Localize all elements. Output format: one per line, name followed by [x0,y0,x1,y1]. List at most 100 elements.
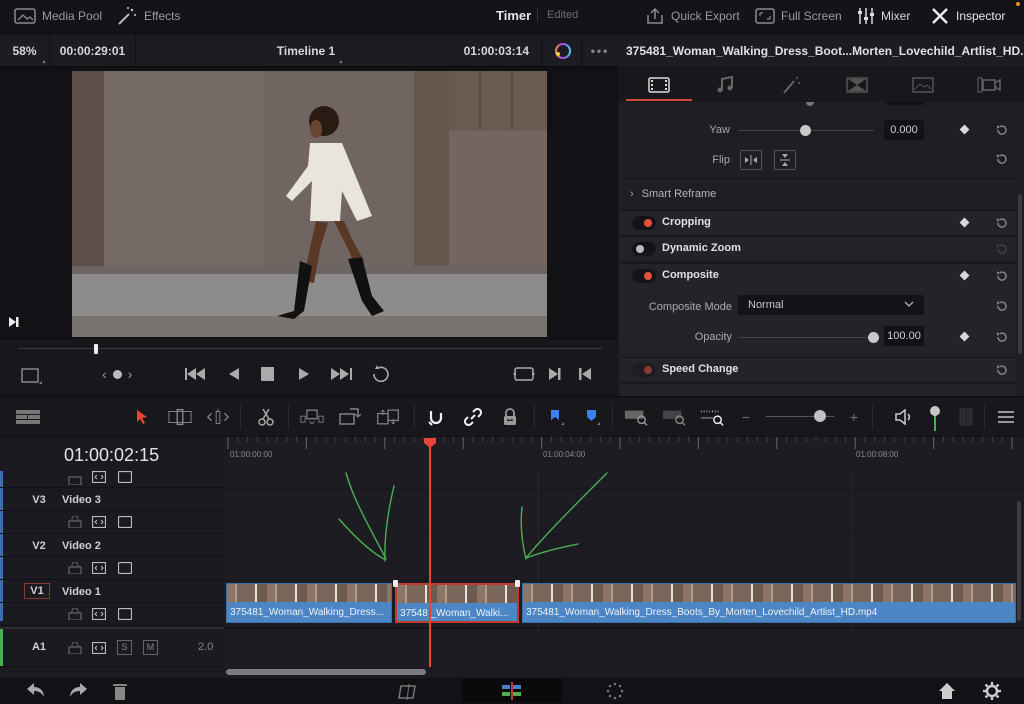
mark-in-button[interactable] [548,367,562,384]
zoom-slider-knob[interactable] [813,410,826,422]
cut-page-button[interactable] [398,682,420,703]
loop-button[interactable] [370,364,392,387]
opacity-value-field[interactable]: 100.00 [884,326,924,346]
flip-vertical-button[interactable] [774,150,796,170]
timeline-menu-button[interactable] [994,405,1018,429]
timeline-clip[interactable]: 375481_Woman_Walking_Dress_Boots_By_Mort… [522,583,1016,623]
timeline-area[interactable]: 375481_Woman_Walking_Dress... 37548 _Wom… [224,471,1024,667]
timeline-clip[interactable]: 375481_Woman_Walking_Dress... [226,583,392,623]
timeline-select[interactable]: Timeline 1 [136,35,346,67]
tab-image[interactable] [890,68,956,102]
play-reverse-button[interactable] [228,367,240,384]
transform-button[interactable] [20,366,44,389]
composite-toggle[interactable] [632,269,656,283]
speed-change-toggle[interactable] [632,363,656,377]
zoom-detail-button[interactable] [662,405,686,429]
prev-keyframe-icon[interactable]: ‹ [102,366,107,382]
delete-button[interactable] [113,682,127,703]
marker-button[interactable] [580,405,604,429]
yaw-slider-knob[interactable] [800,125,811,136]
mixer-button[interactable]: Mixer [857,0,910,32]
audio-meters-button[interactable] [954,405,978,429]
composite-mode-dropdown[interactable]: Normal [738,295,924,315]
scrub-bar[interactable] [18,348,602,349]
track-v2[interactable]: V2 Video 2 [0,534,224,557]
play-button[interactable] [298,367,310,384]
home-button[interactable] [938,682,956,703]
lock-icon[interactable] [68,473,82,485]
cropping-keyframe-icon[interactable] [959,217,970,228]
fairlight-page-button[interactable] [606,682,624,703]
cropping-reset-icon[interactable] [995,216,1009,230]
cropping-section[interactable]: Cropping [620,210,1016,234]
smart-reframe-section[interactable]: › Smart Reframe [630,188,716,200]
overwrite-clip-button[interactable] [338,405,362,429]
dynamic-zoom-reset-icon[interactable] [995,242,1009,256]
yaw-reset-icon[interactable] [995,123,1009,137]
undo-button[interactable] [26,682,46,701]
position-lock-button[interactable] [498,405,522,429]
redo-button[interactable] [68,682,88,701]
timeline-vertical-scrollbar[interactable] [1017,501,1021,621]
blade-tool-button[interactable] [254,405,278,429]
composite-keyframe-icon[interactable] [959,270,970,281]
zoom-custom-button[interactable] [700,405,724,429]
lock-icon[interactable] [68,562,82,574]
media-pool-button[interactable]: Media Pool [14,0,102,32]
track-v1[interactable]: V1 Video 1 [0,580,224,603]
zoom-in-button[interactable]: + [842,405,866,429]
match-frame-button[interactable] [512,366,536,385]
video-frame[interactable] [72,71,547,337]
cropping-toggle[interactable] [632,216,656,230]
keyframe-dot-icon[interactable] [112,369,122,379]
zoom-full-button[interactable] [624,405,648,429]
quick-export-button[interactable]: Quick Export [645,0,740,32]
mark-out-button[interactable] [578,367,592,384]
opacity-reset-icon[interactable] [995,330,1009,344]
mute-button[interactable]: M [143,640,158,655]
timeline-clip-selected[interactable]: 37548 _Woman_Walki... [395,583,519,623]
tab-file[interactable] [956,68,1022,102]
composite-mode-reset-icon[interactable] [995,299,1009,313]
yaw-value-field[interactable]: 0.000 [884,120,924,140]
track-enable-icon[interactable] [118,471,132,483]
lock-icon[interactable] [68,642,82,654]
auto-select-icon[interactable] [92,562,106,574]
tab-video[interactable] [626,68,692,102]
tab-effects[interactable] [758,68,824,102]
edit-page-tab[interactable] [462,678,562,702]
track-enable-icon[interactable] [118,516,132,528]
next-keyframe-icon[interactable]: › [128,366,133,382]
inspector-scrollbar[interactable] [1018,194,1022,354]
trim-tool-button[interactable] [168,405,192,429]
timeline-horizontal-scrollbar[interactable] [226,669,426,675]
track-enable-icon[interactable] [118,562,132,574]
pitch-slider-knob[interactable] [806,102,814,106]
track-a1[interactable]: A1 S M 2.0 [0,627,224,667]
stop-button[interactable] [261,367,274,384]
inspector-button[interactable]: Inspector [930,0,1005,32]
opacity-keyframe-icon[interactable] [959,331,970,342]
audio-volume-button[interactable] [892,405,916,429]
flip-reset-icon[interactable] [995,152,1009,166]
yaw-keyframe-icon[interactable] [959,124,970,135]
more-options-button[interactable]: ••• [582,35,618,67]
dynamic-zoom-section[interactable]: Dynamic Zoom [620,236,1016,260]
color-effects-button[interactable] [542,35,582,67]
pitch-value[interactable] [886,102,924,105]
snapping-button[interactable] [424,405,448,429]
track-enable-icon[interactable] [118,608,132,620]
go-to-end-button[interactable] [330,366,354,385]
flag-button[interactable] [544,405,568,429]
selection-tool-button[interactable] [130,405,154,429]
tab-transition[interactable] [824,68,890,102]
track-v3[interactable]: V3 Video 3 [0,488,224,511]
track-id-destination[interactable]: V1 [24,583,50,599]
next-clip-button[interactable] [8,316,20,331]
timeline-view-options-button[interactable] [16,405,40,429]
replace-clip-button[interactable] [376,405,400,429]
trim-handle-left[interactable] [393,580,398,587]
full-screen-button[interactable]: Full Screen [755,0,842,32]
solo-button[interactable]: S [117,640,132,655]
auto-select-icon[interactable] [92,471,106,483]
